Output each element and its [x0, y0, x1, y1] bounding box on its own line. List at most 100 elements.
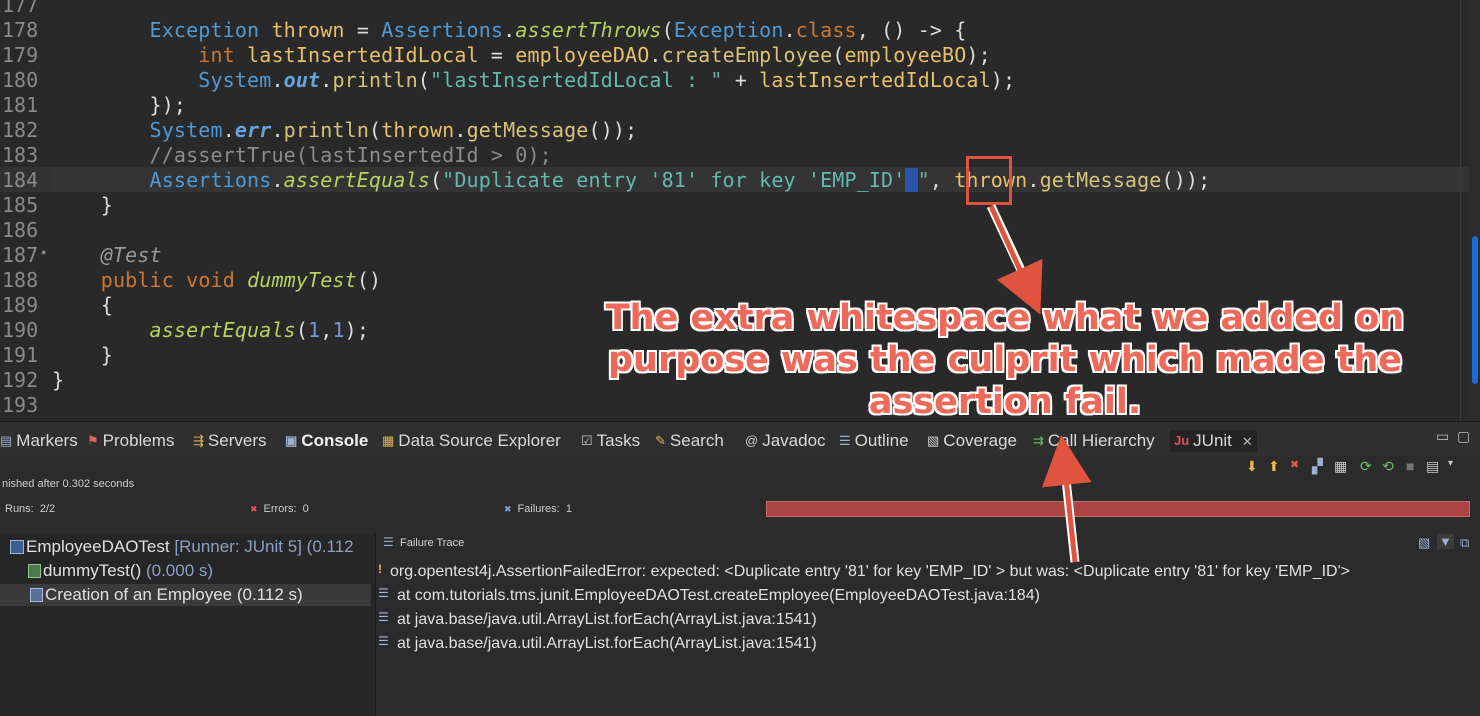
code-line[interactable]: 179 int lastInsertedIdLocal = employeeDA… [0, 42, 1470, 67]
stop-icon[interactable]: ■ [1406, 458, 1414, 474]
tab-javadoc[interactable]: @ Javadoc [745, 430, 826, 452]
show-failures-only-icon[interactable]: ✖ [1290, 458, 1299, 471]
tab-tasks[interactable]: ☑ Tasks [581, 430, 640, 452]
code-token: thrown [381, 118, 455, 142]
code-token: = [478, 43, 516, 67]
code-line[interactable]: 182 System.err.println(thrown.getMessage… [0, 117, 1470, 142]
line-number: 185 [2, 193, 39, 217]
next-failure-icon[interactable]: ⬇ [1246, 458, 1258, 475]
test-progress-bar [766, 501, 1470, 517]
tab-label: Coverage [943, 431, 1018, 450]
maximize-icon[interactable]: ▢ [1457, 428, 1470, 445]
line-number: 187 [2, 243, 39, 267]
trace-line-frame[interactable]: at java.base/java.util.ArrayList.forEach… [397, 610, 817, 630]
code-token: lastInsertedIdLocal [247, 43, 479, 67]
tab-outline[interactable]: ☰ Outline [839, 430, 909, 452]
code-line[interactable]: 186 [0, 217, 1470, 242]
code-line[interactable]: 188 public void dummyTest() [0, 267, 1470, 292]
code-token: assertEquals [283, 168, 430, 192]
view-menu-icon[interactable]: ▾ [1448, 458, 1453, 469]
code-token: dummyTest [247, 268, 357, 292]
tab-label: Javadoc [762, 431, 826, 450]
tab-label: Outline [854, 431, 909, 450]
javadoc-icon: @ [745, 433, 759, 448]
tab-console[interactable]: ▣ Console [285, 430, 368, 452]
code-token: Assertions [149, 168, 272, 192]
test-passed-icon [28, 564, 41, 578]
problems-icon: ⚑ [87, 433, 99, 448]
line-number: 184 [2, 168, 39, 192]
code-token: + [722, 68, 760, 92]
test-time: (0.000 s) [145, 561, 214, 580]
code-token: employeeDAO [515, 43, 650, 67]
tab-call-hierarchy[interactable]: ⇉ Call Hierarchy [1033, 430, 1155, 452]
stack-frame-icon: ☰ [378, 610, 389, 624]
code-line[interactable]: 178 Exception thrown = Assertions.assert… [0, 17, 1470, 42]
code-line[interactable]: 185 } [0, 192, 1470, 217]
tree-node-creation-test[interactable]: Creation of an Employee (0.112 s) [0, 584, 371, 606]
tab-servers[interactable]: ⇶ Servers [193, 430, 266, 452]
code-text: }); [52, 93, 186, 117]
filter-trace-icon[interactable]: ▼ [1437, 534, 1454, 549]
trace-line-frame[interactable]: at com.tutorials.tms.junit.EmployeeDAOTe… [397, 586, 1040, 606]
filter-stack-icon[interactable]: ▧ [1418, 535, 1430, 551]
failures-value: 1 [565, 503, 572, 515]
compare-result-icon[interactable]: ⧉ [1460, 535, 1469, 551]
errors-value: 0 [302, 503, 309, 515]
code-line[interactable]: 184 Assertions.assertEquals("Duplicate e… [0, 167, 1470, 192]
trace-line-frame[interactable]: at java.base/java.util.ArrayList.forEach… [397, 634, 817, 654]
tree-node-dummy-test[interactable]: dummyTest() (0.000 s) [28, 560, 213, 582]
fold-marker-icon[interactable]: ● [41, 247, 46, 257]
code-line[interactable]: 177 [0, 0, 1470, 17]
code-line[interactable]: 183 //assertTrue(lastInsertedId > 0); [0, 142, 1470, 167]
code-line[interactable]: 180 System.out.println("lastInsertedIdLo… [0, 67, 1470, 92]
code-token: int [198, 43, 235, 67]
tab-label: JUnit [1193, 431, 1232, 450]
code-token: } [52, 193, 113, 217]
code-text: public void dummyTest() [52, 268, 381, 292]
editor-scrollbar-thumb[interactable] [1472, 236, 1478, 384]
rerun-icon[interactable]: ⟳ [1360, 458, 1372, 475]
code-text: @Test [52, 243, 162, 267]
tab-label: Servers [207, 431, 267, 450]
code-token: ); [990, 68, 1016, 92]
code-token: . [649, 43, 662, 67]
rerun-failed-icon[interactable]: ⟲ [1382, 458, 1394, 475]
failure-trace-icon: ☰ [383, 535, 394, 549]
tab-markers[interactable]: ▤ Markers [0, 430, 78, 452]
trace-line-exception[interactable]: org.opentest4j.AssertionFailedError: exp… [390, 562, 1350, 582]
code-token: . [1027, 168, 1040, 192]
tab-junit[interactable]: Ju JUnit ✕ [1170, 430, 1257, 452]
line-number: 180 [2, 68, 39, 92]
test-name: Creation of an Employee (0.112 s) [45, 585, 303, 604]
coverage-icon: ▧ [927, 433, 940, 448]
tab-coverage[interactable]: ▧ Coverage [927, 430, 1017, 452]
code-text: } [52, 368, 64, 392]
code-line[interactable]: 181 }); [0, 92, 1470, 117]
line-number: 191 [2, 343, 39, 367]
line-number: 190 [2, 318, 39, 342]
code-token: } [52, 343, 113, 367]
line-number: 189 [2, 293, 39, 317]
close-icon[interactable]: ✕ [1242, 434, 1253, 449]
layout-icon[interactable]: ▦ [1334, 458, 1347, 475]
history-icon[interactable]: ▤ [1426, 458, 1439, 475]
line-number: 178 [2, 18, 39, 42]
previous-failure-icon[interactable]: ⬆ [1268, 458, 1280, 475]
code-text: assertEquals(1,1); [52, 318, 369, 342]
tab-data-source-explorer[interactable]: ▦ Data Source Explorer [382, 430, 561, 452]
code-line[interactable]: 187 ● @Test [0, 242, 1470, 267]
code-token: . [454, 118, 467, 142]
failures-counter: ✖ Failures: 1 [504, 503, 572, 515]
code-token: public [100, 268, 174, 292]
tab-search[interactable]: ✎ Search [655, 430, 724, 452]
tree-node-suite[interactable]: EmployeeDAOTest [Runner: JUnit 5] (0.112 [10, 536, 354, 558]
code-token: ( [429, 168, 443, 192]
scroll-lock-icon[interactable]: ▞ [1312, 458, 1323, 475]
minimize-icon[interactable]: ▭ [1436, 428, 1449, 445]
tab-problems[interactable]: ⚑ Problems [87, 430, 174, 452]
